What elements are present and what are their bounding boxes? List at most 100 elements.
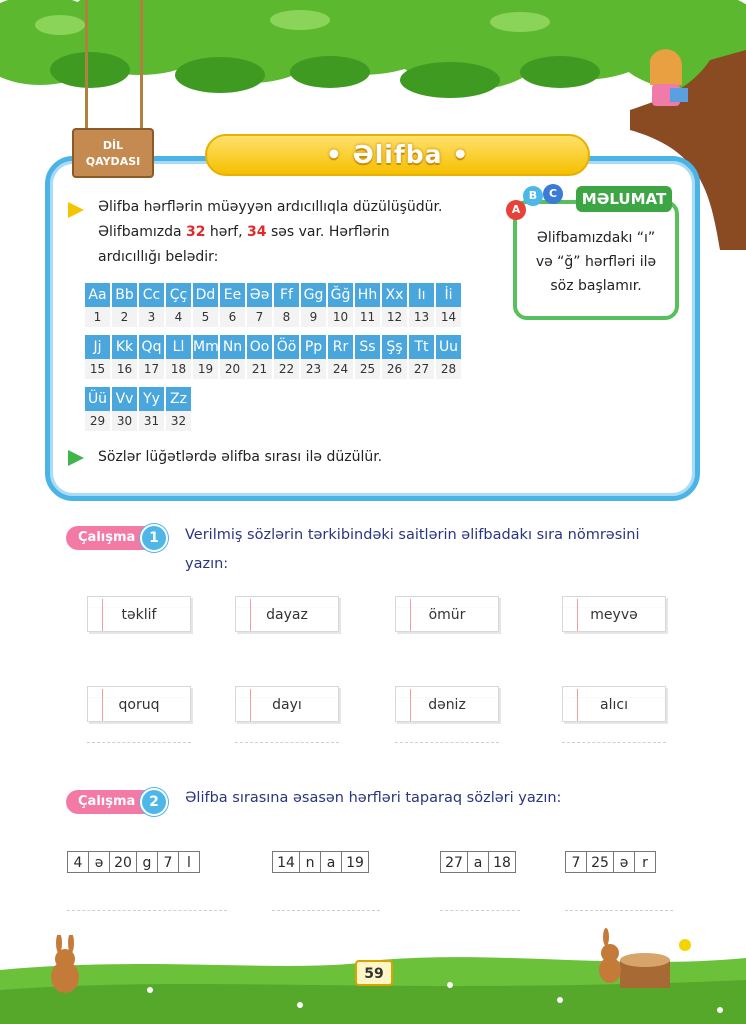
alphabet-number-cell: 18 <box>166 359 193 379</box>
answer-line[interactable] <box>235 742 339 744</box>
alphabet-number-cell: 6 <box>220 307 247 327</box>
alphabet-number-cell: 20 <box>220 359 247 379</box>
answer-line[interactable] <box>562 742 666 744</box>
word-card: ömür <box>395 596 499 632</box>
alphabet-number-cell: 14 <box>436 307 463 327</box>
answer-line[interactable] <box>272 910 380 912</box>
alphabet-number-cell: 16 <box>112 359 139 379</box>
alphabet-letter-cell: Yy <box>139 387 166 411</box>
letter-puzzle: 7 25 ə r <box>565 851 656 873</box>
alphabet-number-cell: 19 <box>193 359 220 379</box>
alphabet-letter-cell: Zz <box>166 387 193 411</box>
alphabet-letter-cell: Ll <box>166 335 193 359</box>
alphabet-numbers-row: 1 2 3 4 5 6 7 8 9 10 11 12 13 14 <box>85 307 463 327</box>
rule-line-2: Əlifbamızda 32 hərf, 34 səs var. Hərflər… <box>98 224 390 240</box>
alphabet-number-cell: 30 <box>112 411 139 431</box>
alphabet-letter-cell: Jj <box>85 335 112 359</box>
info-line-3: söz başlamır. <box>550 278 642 294</box>
word-card: təklif <box>87 596 191 632</box>
alphabet-letter-cell: İi <box>436 283 463 307</box>
alphabet-letters-row: Jj Kk Qq Ll Mm Nn Oo Öö Pp Rr Ss Şş Tt Uu <box>85 335 463 359</box>
alphabet-letter-cell: Ğğ <box>328 283 355 307</box>
alphabet-letter-cell: Tt <box>409 335 436 359</box>
alphabet-letter-cell: Rr <box>328 335 355 359</box>
rule-line-3: ardıcıllığı belədir: <box>98 249 219 265</box>
answer-line[interactable] <box>440 910 520 912</box>
answer-line[interactable] <box>565 910 673 912</box>
alphabet-letter-cell: Öö <box>274 335 301 359</box>
alphabet-letter-cell: Pp <box>301 335 328 359</box>
alphabet-number-cell: 22 <box>274 359 301 379</box>
alphabet-number-cell: 23 <box>301 359 328 379</box>
letter-puzzle: 4 ə 20 g 7 l <box>67 851 200 873</box>
alphabet-number-cell: 28 <box>436 359 463 379</box>
letters-count: 32 <box>186 224 206 240</box>
alphabet-table: Aa Bb Cc Çç Dd Ee Əə Ff Gg Ğğ Hh Xx Iı İi 1 2 3 4 5 6 7 8 9 10 1… <box>85 283 463 439</box>
puzzle-box: 7 <box>565 851 587 873</box>
alphabet-letter-cell: Mm <box>193 335 220 359</box>
alphabet-number-cell: 13 <box>409 307 436 327</box>
abc-icon-a: A <box>506 200 526 220</box>
info-line-2: və “ğ” hərfləri ilə <box>535 254 657 270</box>
alphabet-letters-row: Üü Vv Yy Zz <box>85 387 463 411</box>
alphabet-numbers-row: 15 16 17 18 19 20 21 22 23 24 25 26 27 28 <box>85 359 463 379</box>
alphabet-number-cell: 9 <box>301 307 328 327</box>
answer-line[interactable] <box>67 910 227 912</box>
alphabet-letter-cell: Gg <box>301 283 328 307</box>
info-tag: MƏLUMAT <box>576 186 672 212</box>
alphabet-number-cell: 1 <box>85 307 112 327</box>
puzzle-box: l <box>178 851 200 873</box>
title-banner: • Əlifba • <box>205 134 590 176</box>
alphabet-letter-cell: Qq <box>139 335 166 359</box>
alphabet-letter-cell: Üü <box>85 387 112 411</box>
alphabet-number-cell: 12 <box>382 307 409 327</box>
word-card: qoruq <box>87 686 191 722</box>
rule-line-2b: hərf, <box>205 224 248 240</box>
task1-text-2: yazın: <box>185 556 229 572</box>
alphabet-number-cell: 5 <box>193 307 220 327</box>
abc-icon-b: B <box>523 186 543 206</box>
rule-line-4: Sözlər lüğətlərdə əlifba sırası ilə düzü… <box>98 449 383 465</box>
sign-rope-right <box>140 0 143 130</box>
alphabet-letter-cell: Dd <box>193 283 220 307</box>
task2-text: Əlifba sırasına əsasən hərfləri taparaq … <box>185 790 562 806</box>
alphabet-number-cell: 21 <box>247 359 274 379</box>
alphabet-number-cell: 8 <box>274 307 301 327</box>
info-line-1: Əlifbamızdakı “ı” <box>536 230 656 246</box>
alphabet-letter-cell: Uu <box>436 335 463 359</box>
puzzle-box: 25 <box>586 851 614 873</box>
alphabet-letter-cell: Bb <box>112 283 139 307</box>
task2-number: 2 <box>140 788 168 816</box>
alphabet-letter-cell: Şş <box>382 335 409 359</box>
alphabet-number-cell: 2 <box>112 307 139 327</box>
yellow-arrow-icon <box>68 202 84 218</box>
alphabet-number-cell: 15 <box>85 359 112 379</box>
alphabet-letter-cell: Aa <box>85 283 112 307</box>
answer-line[interactable] <box>87 742 191 744</box>
word-card: meyvə <box>562 596 666 632</box>
alphabet-number-cell: 32 <box>166 411 193 431</box>
task1-number: 1 <box>140 524 168 552</box>
alphabet-numbers-row: 29 30 31 32 <box>85 411 463 431</box>
alphabet-letter-cell: Əə <box>247 283 274 307</box>
puzzle-box: ə <box>88 851 110 873</box>
abc-icon-c: C <box>543 184 563 204</box>
puzzle-box: ə <box>613 851 635 873</box>
puzzle-box: 18 <box>488 851 516 873</box>
alphabet-letter-cell: Ff <box>274 283 301 307</box>
rabbit-left-illustration <box>51 935 79 993</box>
answer-line[interactable] <box>395 742 499 744</box>
puzzle-box: 7 <box>157 851 179 873</box>
page-number: 59 <box>355 960 393 986</box>
sign-rope-left <box>85 0 88 130</box>
alphabet-letter-cell: Hh <box>355 283 382 307</box>
word-card: dəniz <box>395 686 499 722</box>
alphabet-letter-cell: Cc <box>139 283 166 307</box>
alphabet-row: Üü Vv Yy Zz 29 30 31 32 <box>85 387 463 431</box>
puzzle-box: r <box>634 851 656 873</box>
rule-line-1: Əlifba hərflərin müəyyən ardıcıllıqla dü… <box>98 199 443 215</box>
alphabet-number-cell: 29 <box>85 411 112 431</box>
stump-and-rabbit-illustration <box>599 928 691 988</box>
alphabet-letters-row: Aa Bb Cc Çç Dd Ee Əə Ff Gg Ğğ Hh Xx Iı İi <box>85 283 463 307</box>
alphabet-number-cell: 27 <box>409 359 436 379</box>
